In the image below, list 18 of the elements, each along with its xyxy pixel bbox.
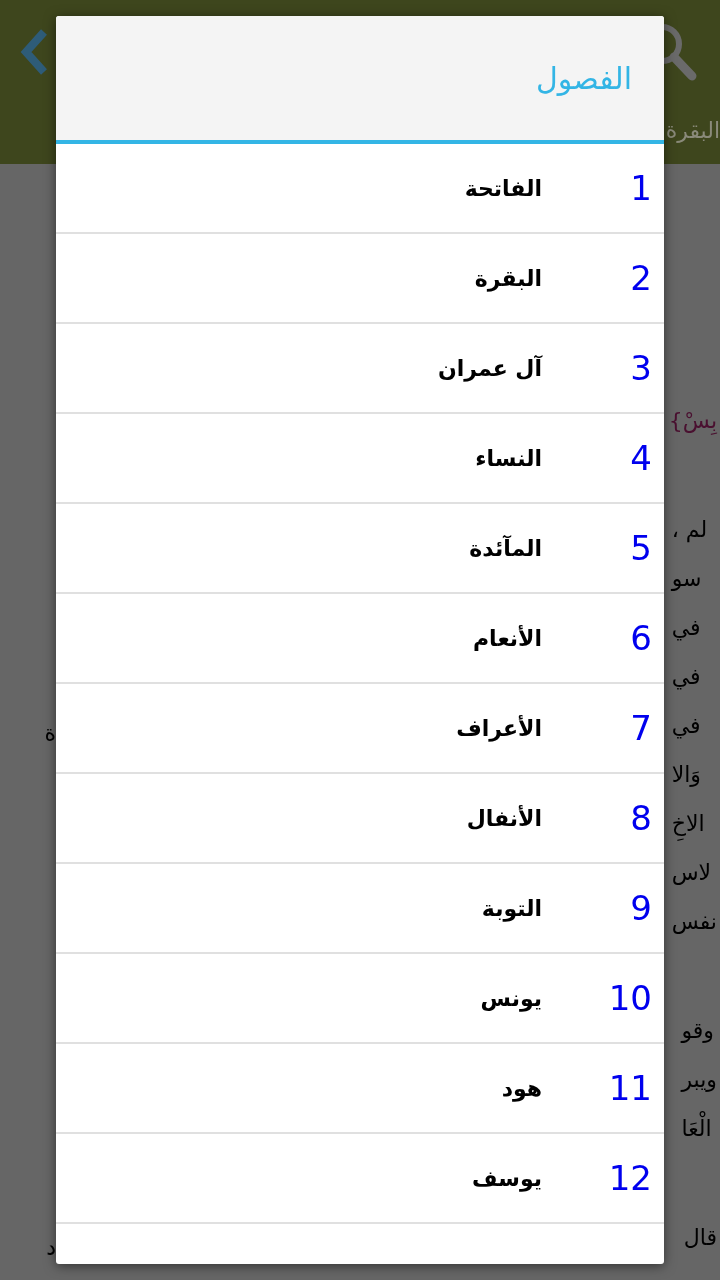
text-fragment: قال [683, 1224, 717, 1252]
text-fragment: الاخِ [671, 799, 717, 848]
text-fragment: د [46, 1234, 56, 1262]
text-fragment: في [671, 614, 702, 643]
dialog-title: الفصول [536, 59, 632, 98]
text-fragment: لاس [671, 859, 713, 887]
text-fragment: ة [44, 720, 56, 748]
text-fragment: ويبر [681, 1066, 717, 1094]
chapter-title: البقرة [665, 117, 720, 145]
text-fragment: في [671, 663, 702, 692]
text-fragment: وقو [681, 1017, 715, 1045]
text-fragment: ، لم [671, 516, 709, 545]
text-fragment: سو [671, 565, 703, 593]
text-fragment: نفس [671, 908, 717, 936]
text-fragment: الْعَا [681, 1104, 717, 1153]
text-fragment: في [671, 712, 702, 741]
text-fragment: وَالا [671, 761, 702, 789]
text-fragment: {بِسْ [668, 407, 717, 437]
